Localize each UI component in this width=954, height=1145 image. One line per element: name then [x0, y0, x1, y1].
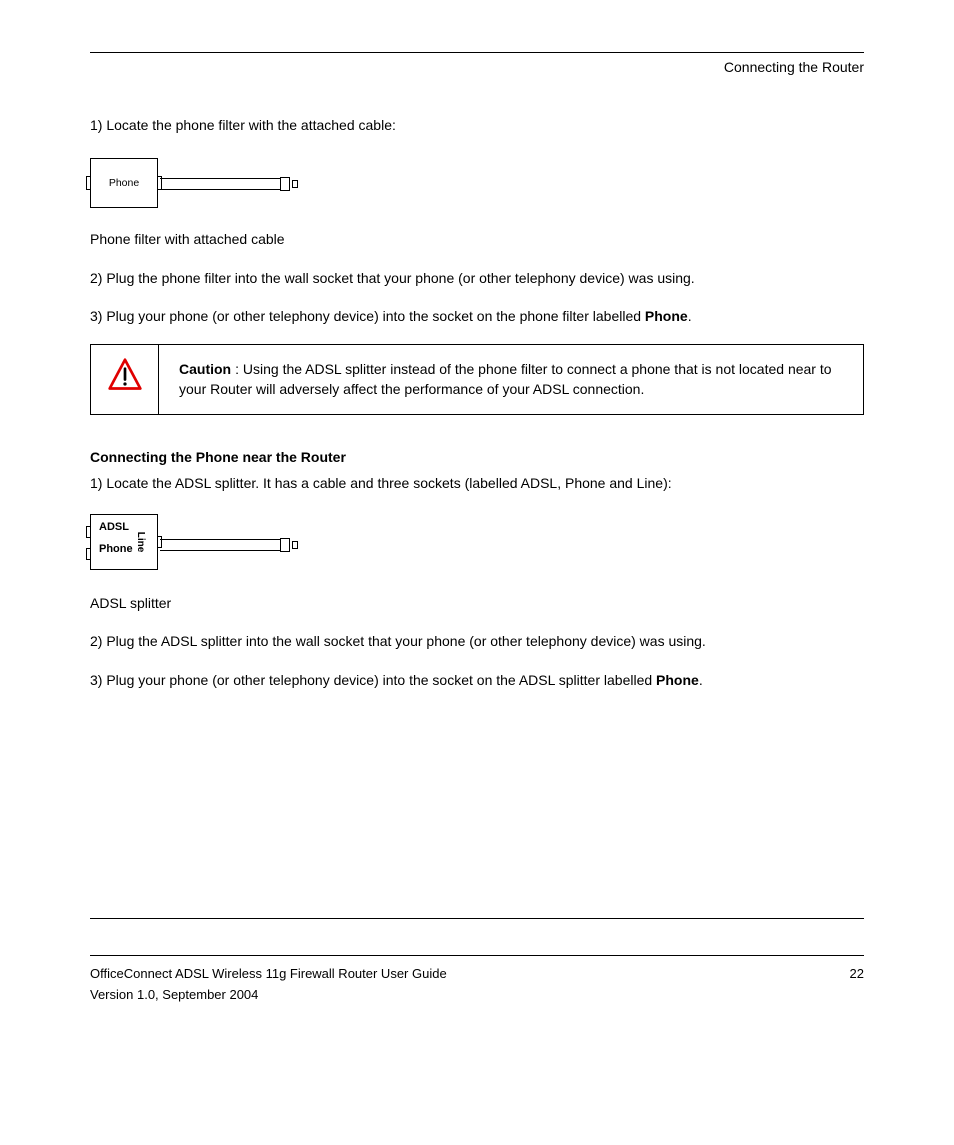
filter-box-label: Phone — [109, 177, 139, 189]
section2-title: Connecting the Phone near the Router — [90, 449, 864, 465]
sec1-step1: 1) Locate the phone filter with the atta… — [90, 115, 864, 135]
jack-icon — [86, 548, 91, 560]
adsl-splitter-diagram: ADSL Phone Line — [90, 511, 864, 583]
phone-filter-diagram: Phone — [90, 153, 864, 219]
sec1-step3-phone: Phone — [645, 308, 688, 324]
caution-body: : Using the ADSL splitter instead of the… — [179, 361, 832, 397]
splitter-label-phone: Phone — [99, 543, 133, 555]
splitter-caption: ADSL splitter — [90, 593, 864, 613]
sec2-step3-phone: Phone — [656, 672, 699, 688]
footer-rule — [90, 955, 864, 956]
sec2-step3b: . — [699, 672, 703, 688]
footer-doc-title: OfficeConnect ADSL Wireless 11g Firewall… — [90, 966, 447, 981]
rj11-plug-icon — [280, 175, 298, 193]
footer: OfficeConnect ADSL Wireless 11g Firewall… — [90, 966, 864, 981]
prefooter-rule — [90, 918, 864, 919]
caution-icon-cell — [91, 345, 159, 414]
footer-version: Version 1.0, September 2004 — [90, 987, 864, 1002]
cable-icon — [160, 177, 298, 191]
footer-page-number: 22 — [850, 966, 864, 981]
jack-icon — [86, 526, 91, 538]
header-title: Connecting the Router — [90, 59, 864, 75]
splitter-label-adsl: ADSL — [99, 521, 129, 533]
sec1-step2: 2) Plug the phone filter into the wall s… — [90, 268, 864, 288]
page: Connecting the Router 1) Locate the phon… — [0, 0, 954, 1042]
header-rule — [90, 52, 864, 53]
sec1-step3a: 3) Plug your phone (or other telephony d… — [90, 308, 645, 324]
sec1-step3: 3) Plug your phone (or other telephony d… — [90, 306, 864, 326]
jack-icon — [86, 176, 91, 190]
phone-filter-box: Phone — [90, 158, 158, 208]
sec2-step3: 3) Plug your phone (or other telephony d… — [90, 670, 864, 690]
caution-text: Caution: Using the ADSL splitter instead… — [159, 345, 863, 414]
phone-filter-caption: Phone filter with attached cable — [90, 229, 864, 249]
spacer — [90, 708, 864, 918]
sec2-step3a: 3) Plug your phone (or other telephony d… — [90, 672, 656, 688]
sec2-step1: 1) Locate the ADSL splitter. It has a ca… — [90, 473, 864, 493]
sec2-step2: 2) Plug the ADSL splitter into the wall … — [90, 631, 864, 651]
adsl-splitter-box: ADSL Phone Line — [90, 514, 158, 570]
caution-box: Caution: Using the ADSL splitter instead… — [90, 344, 864, 415]
sec1-step3b: . — [688, 308, 692, 324]
splitter-label-line: Line — [135, 532, 146, 553]
rj11-plug-icon — [280, 536, 298, 554]
caution-label: Caution — [179, 361, 231, 377]
cable-icon — [160, 538, 298, 552]
warning-triangle-icon — [107, 357, 143, 393]
